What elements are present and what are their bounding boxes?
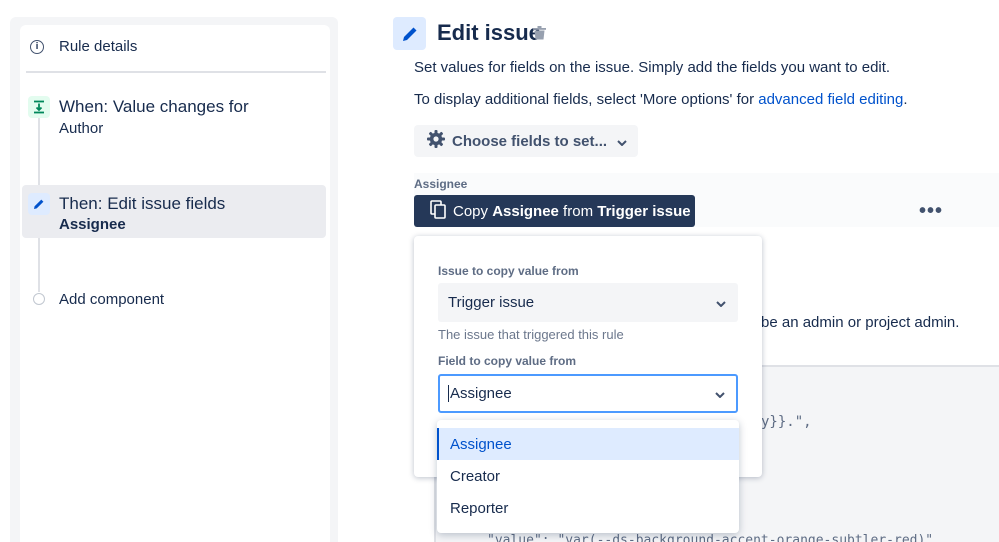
info-icon: i: [30, 39, 44, 54]
sidebar-divider: [26, 71, 326, 73]
description-advanced: To display additional fields, select 'Mo…: [414, 91, 908, 108]
field-label: Assignee: [414, 177, 468, 191]
copy-label-field: Assignee: [492, 202, 559, 220]
option-creator[interactable]: Creator: [437, 460, 739, 492]
issue-source-help: The issue that triggered this rule: [438, 327, 624, 342]
pencil-icon: [28, 193, 50, 215]
field-source-label: Field to copy value from: [438, 354, 577, 368]
field-source-select[interactable]: Assignee: [438, 374, 738, 413]
gear-icon: [427, 130, 445, 152]
copy-label-part2: from: [558, 202, 598, 220]
chevron-down-icon: [716, 294, 726, 311]
advanced-field-editing-link[interactable]: advanced field editing: [758, 91, 903, 108]
description-text: Set values for fields on the issue. Simp…: [414, 59, 891, 76]
rule-details-label: Rule details: [59, 38, 138, 55]
add-component-link[interactable]: Add component: [59, 291, 164, 308]
field-options-menu: Assignee Creator Reporter: [437, 420, 739, 533]
option-reporter[interactable]: Reporter: [437, 492, 739, 524]
copy-from-label: Copy Assignee from Trigger issue: [453, 203, 691, 220]
add-component-dot: [33, 293, 45, 305]
copy-label-part1: Copy: [453, 202, 493, 220]
code-fragment: "value": "var(--ds-background-accent-ora…: [487, 533, 941, 542]
partial-help-text: be an admin or project admin.: [761, 314, 960, 331]
trigger-subtitle: Author: [59, 120, 104, 137]
code-fragment: y}}.",: [761, 414, 812, 430]
copy-label-source: Trigger issue: [597, 202, 691, 220]
description-prefix: To display additional fields, select 'Mo…: [414, 91, 759, 108]
issue-source-label: Issue to copy value from: [438, 264, 579, 278]
copy-icon: [430, 199, 446, 223]
page-title: Edit issue: [437, 20, 541, 45]
choose-fields-label: Choose fields to set...: [452, 132, 608, 150]
description-suffix: .: [903, 91, 908, 108]
option-assignee[interactable]: Assignee: [437, 428, 739, 460]
rule-details-item[interactable]: i Rule details: [30, 38, 137, 55]
trash-icon[interactable]: [533, 26, 546, 45]
trigger-icon: [28, 96, 50, 118]
chevron-down-icon: [617, 133, 627, 150]
chevron-down-icon: [715, 385, 725, 402]
action-title[interactable]: Then: Edit issue fields: [59, 194, 225, 214]
trigger-title[interactable]: When: Value changes for: [59, 97, 249, 117]
issue-source-value: Trigger issue: [448, 294, 535, 311]
action-subtitle: Assignee: [59, 216, 126, 233]
choose-fields-button[interactable]: Choose fields to set...: [414, 125, 638, 157]
pencil-icon: [393, 17, 426, 50]
field-source-value: Assignee: [448, 385, 512, 402]
more-options-icon[interactable]: •••: [919, 200, 943, 223]
issue-source-select[interactable]: Trigger issue: [438, 283, 738, 322]
copy-from-button[interactable]: Copy Assignee from Trigger issue: [414, 195, 695, 227]
